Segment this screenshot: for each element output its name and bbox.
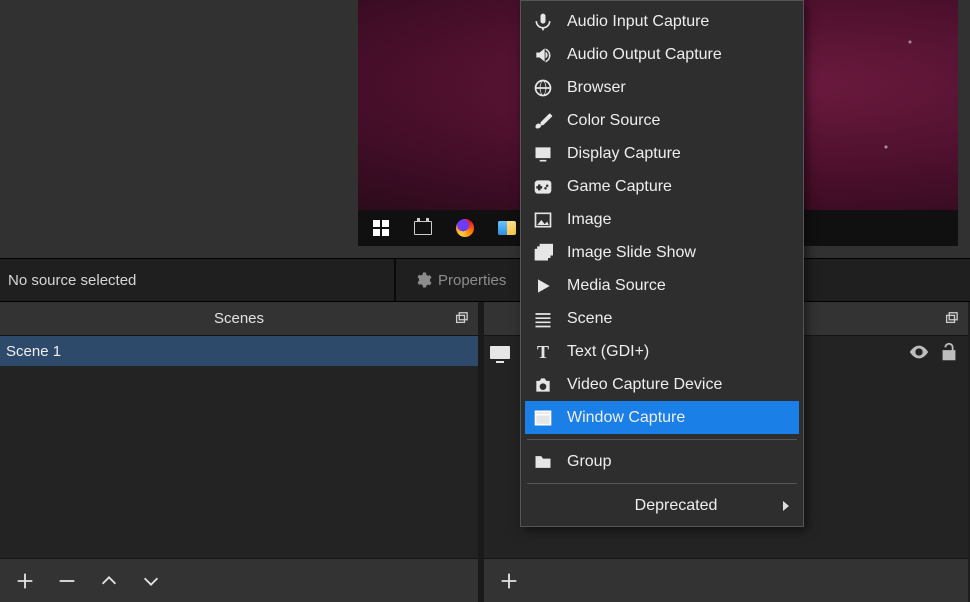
- firefox-icon: [456, 219, 474, 237]
- menu-item-label: Group: [567, 453, 611, 471]
- menu-item-label: Color Source: [567, 112, 660, 130]
- menu-video-capture-device[interactable]: Video Capture Device: [525, 368, 799, 401]
- menu-item-label: Browser: [567, 79, 626, 97]
- visibility-toggle[interactable]: [908, 341, 930, 363]
- menu-audio-input-capture[interactable]: Audio Input Capture: [525, 5, 799, 38]
- scenes-panel-header[interactable]: Scenes: [0, 302, 478, 336]
- menu-game-capture[interactable]: Game Capture: [525, 170, 799, 203]
- list-icon: [533, 309, 553, 329]
- globe-icon: [533, 78, 553, 98]
- sources-toolbar: [484, 558, 968, 602]
- lock-toggle[interactable]: [938, 341, 960, 363]
- menu-display-capture[interactable]: Display Capture: [525, 137, 799, 170]
- brush-icon: [533, 111, 553, 131]
- monitor-icon: [488, 342, 512, 362]
- menu-image-slide-show[interactable]: Image Slide Show: [525, 236, 799, 269]
- add-source-button[interactable]: [498, 570, 520, 592]
- text-icon: T: [533, 342, 553, 362]
- status-divider: [394, 259, 396, 301]
- popout-icon[interactable]: [454, 311, 470, 327]
- remove-scene-button[interactable]: [56, 570, 78, 592]
- properties-button[interactable]: Properties: [404, 259, 516, 301]
- add-source-menu[interactable]: Audio Input Capture Audio Output Capture…: [520, 0, 804, 527]
- menu-window-capture[interactable]: Window Capture: [525, 401, 799, 434]
- menu-item-label: Scene: [567, 310, 612, 328]
- menu-separator: [527, 483, 797, 484]
- speaker-icon: [533, 45, 553, 65]
- status-bar: No source selected Properties: [0, 258, 970, 302]
- menu-item-label: Text (GDI+): [567, 343, 649, 361]
- menu-item-label: Audio Input Capture: [567, 13, 709, 31]
- properties-label: Properties: [438, 272, 506, 289]
- move-scene-down-button[interactable]: [140, 570, 162, 592]
- gear-icon: [414, 271, 432, 289]
- menu-item-label: Media Source: [567, 277, 666, 295]
- mic-icon: [533, 12, 553, 32]
- menu-color-source[interactable]: Color Source: [525, 104, 799, 137]
- add-scene-button[interactable]: [14, 570, 36, 592]
- scenes-toolbar: [0, 558, 478, 602]
- menu-separator: [527, 439, 797, 440]
- menu-browser[interactable]: Browser: [525, 71, 799, 104]
- menu-item-label: Window Capture: [567, 409, 685, 427]
- scenes-list[interactable]: Scene 1: [0, 336, 478, 558]
- windows-start-icon: [372, 219, 390, 237]
- chevron-right-icon: [783, 501, 789, 511]
- camera-icon: [533, 375, 553, 395]
- menu-text-gdi[interactable]: T Text (GDI+): [525, 335, 799, 368]
- scenes-title: Scenes: [214, 310, 264, 327]
- scene-item-label: Scene 1: [6, 343, 61, 360]
- menu-scene[interactable]: Scene: [525, 302, 799, 335]
- menu-item-label: Deprecated: [567, 497, 785, 515]
- menu-media-source[interactable]: Media Source: [525, 269, 799, 302]
- status-no-source: No source selected: [0, 272, 136, 289]
- gamepad-icon: [533, 177, 553, 197]
- task-view-icon: [414, 219, 432, 237]
- menu-item-label: Game Capture: [567, 178, 672, 196]
- menu-audio-output-capture[interactable]: Audio Output Capture: [525, 38, 799, 71]
- menu-image[interactable]: Image: [525, 203, 799, 236]
- menu-item-label: Audio Output Capture: [567, 46, 722, 64]
- file-explorer-icon: [498, 219, 516, 237]
- menu-item-label: Video Capture Device: [567, 376, 722, 394]
- monitor-icon: [533, 144, 553, 164]
- scene-item[interactable]: Scene 1: [0, 336, 478, 366]
- menu-item-label: Display Capture: [567, 145, 681, 163]
- menu-group[interactable]: Group: [525, 445, 799, 478]
- folder-icon: [533, 452, 553, 472]
- play-icon: [533, 276, 553, 296]
- menu-item-label: Image: [567, 211, 611, 229]
- slides-icon: [533, 243, 553, 263]
- menu-deprecated[interactable]: Deprecated: [525, 489, 799, 522]
- window-icon: [533, 408, 553, 428]
- image-icon: [533, 210, 553, 230]
- popout-icon[interactable]: [944, 311, 960, 327]
- menu-item-label: Image Slide Show: [567, 244, 696, 262]
- move-scene-up-button[interactable]: [98, 570, 120, 592]
